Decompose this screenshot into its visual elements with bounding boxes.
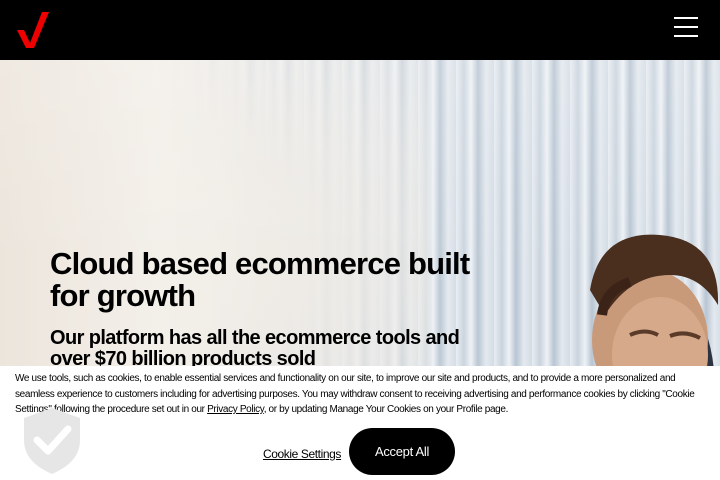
cookie-settings-button[interactable]: Cookie Settings: [262, 444, 342, 464]
shield-check-icon: [24, 408, 80, 474]
cookie-text-end: , or by updating Manage Your Cookies on …: [263, 404, 509, 415]
cookie-consent-banner: We use tools, such as cookies, to enable…: [0, 366, 720, 480]
top-navigation-bar: [0, 0, 720, 60]
privacy-policy-link[interactable]: Privacy Policy: [207, 404, 264, 415]
hero-subheadline: Our platform has all the ecommerce tools…: [50, 327, 460, 370]
cookie-consent-text: We use tools, such as cookies, to enable…: [15, 371, 705, 418]
verizon-check-logo-icon[interactable]: [14, 10, 50, 50]
accept-all-button[interactable]: Accept All: [349, 428, 455, 475]
hero-headline: Cloud based ecommerce built for growth: [50, 246, 470, 313]
menu-bar-line: [674, 26, 698, 28]
menu-bar-line: [674, 17, 698, 19]
hamburger-menu-icon[interactable]: [670, 14, 702, 42]
menu-bar-line: [674, 35, 698, 37]
